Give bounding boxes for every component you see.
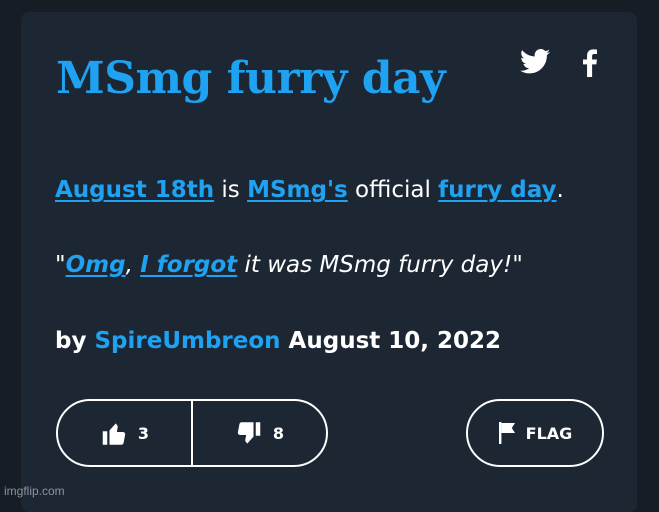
meaning-text-official: official	[347, 177, 439, 203]
imgflip-watermark: imgflip.com	[4, 484, 65, 498]
link-august-18th[interactable]: August 18th	[55, 177, 214, 203]
vote-pill: 3 8	[56, 399, 328, 467]
thumbs-down-count: 8	[272, 423, 285, 443]
meaning-text-period: .	[556, 177, 564, 203]
thumbs-down-button[interactable]: 8	[193, 401, 326, 465]
definition-title[interactable]: MSmg furry day	[56, 48, 446, 110]
thumbs-down-icon	[237, 421, 261, 444]
definition-example: "Omg, I forgot it was MSmg furry day!"	[55, 247, 523, 283]
link-msmgs[interactable]: MSmg's	[247, 177, 348, 203]
flag-icon	[498, 422, 515, 444]
byline: by SpireUmbreon August 10, 2022	[55, 323, 501, 359]
thumbs-up-count: 3	[137, 423, 150, 443]
author-link[interactable]: SpireUmbreon	[94, 328, 280, 354]
flag-button[interactable]: FLAG	[466, 399, 604, 467]
example-comma: ,	[125, 252, 141, 278]
share-facebook-button[interactable]	[578, 47, 602, 79]
byline-by: by	[55, 328, 95, 354]
thumbs-up-button[interactable]: 3	[58, 401, 191, 465]
facebook-icon	[583, 49, 597, 77]
twitter-icon	[520, 48, 550, 73]
example-rest: it was MSmg furry day!"	[237, 252, 523, 278]
flag-label: FLAG	[525, 423, 573, 443]
link-omg[interactable]: Omg	[66, 252, 126, 278]
meaning-text-is: is	[214, 177, 248, 203]
share-twitter-button[interactable]	[519, 47, 551, 75]
link-furry-day[interactable]: furry day	[438, 177, 556, 203]
example-quote-open: "	[55, 252, 66, 278]
link-i-forgot[interactable]: I forgot	[140, 252, 237, 278]
thumbs-up-icon	[102, 422, 126, 445]
byline-date: August 10, 2022	[280, 328, 502, 354]
definition-meaning: August 18th is MSmg's official furry day…	[55, 172, 564, 208]
